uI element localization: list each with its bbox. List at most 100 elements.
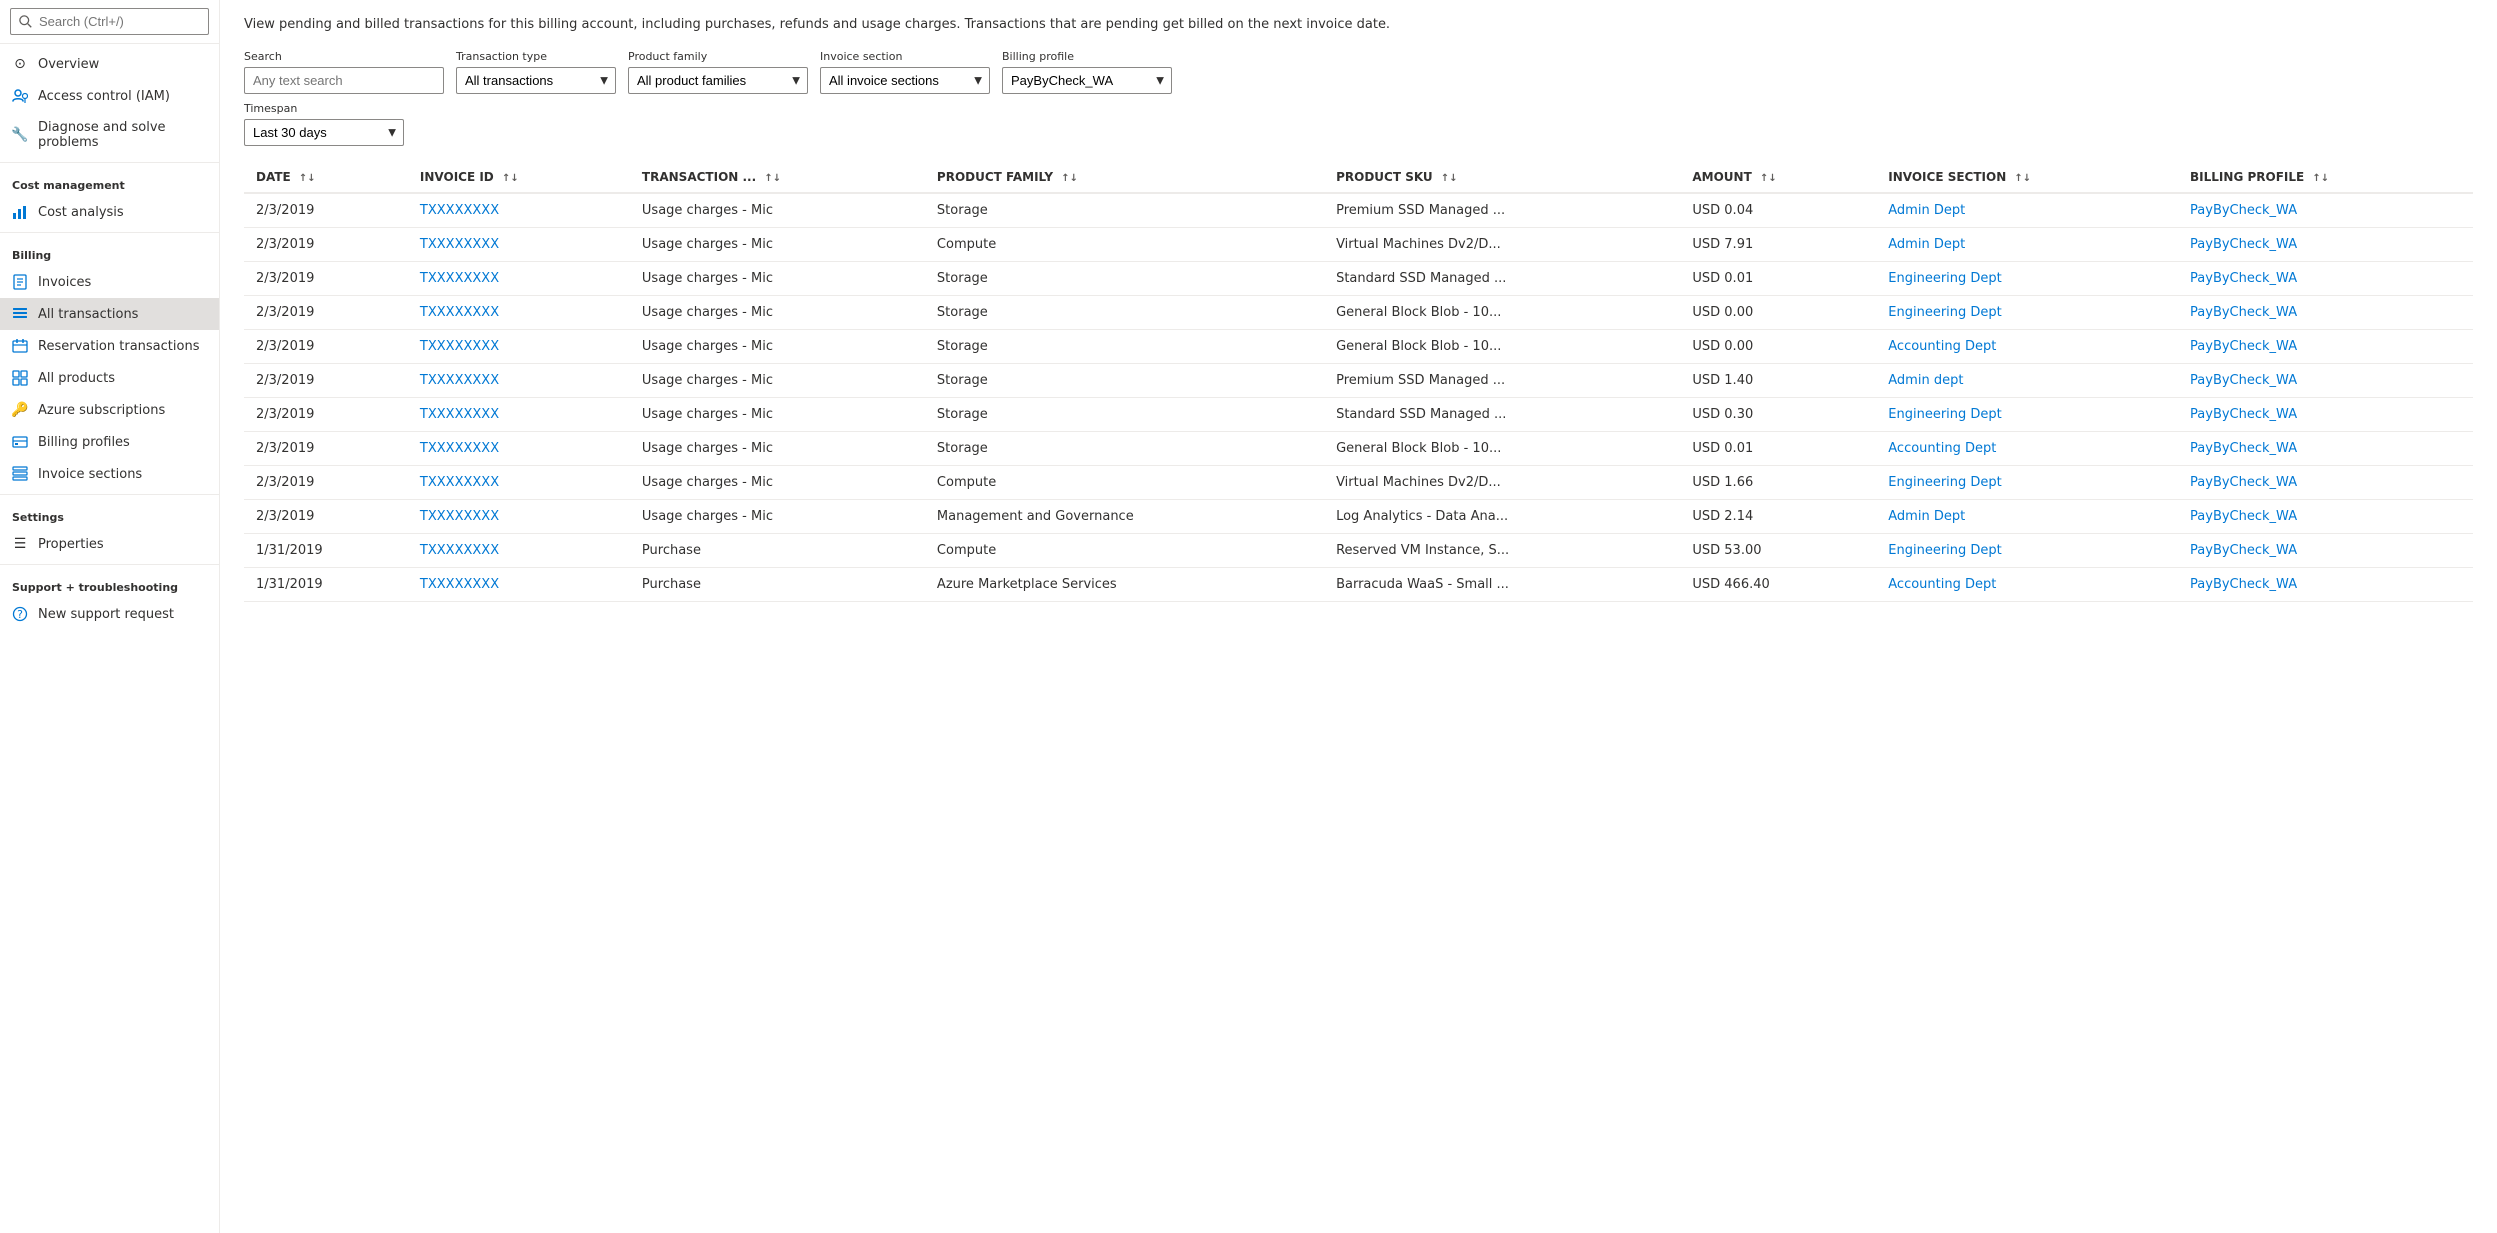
cell-amount: USD 0.30 (1680, 398, 1876, 432)
cell-transaction: Usage charges - Mic (630, 466, 925, 500)
billing-profile-link[interactable]: PayByCheck_WA (2190, 577, 2297, 592)
search-filter-group: Search (244, 50, 444, 94)
billing-profile-link[interactable]: PayByCheck_WA (2190, 339, 2297, 354)
invoice-section-link[interactable]: Engineering Dept (1888, 543, 2002, 558)
col-product-family[interactable]: PRODUCT FAMILY ↑↓ (925, 162, 1324, 193)
cell-invoice-id: TXXXXXXXX (408, 466, 630, 500)
billing-profile-select[interactable]: PayByCheck_WA (1002, 67, 1172, 94)
billing-profile-link[interactable]: PayByCheck_WA (2190, 271, 2297, 286)
invoice-section-link[interactable]: Accounting Dept (1888, 441, 1996, 456)
invoice-id-link[interactable]: TXXXXXXXX (420, 441, 499, 456)
sidebar-item-label: Cost analysis (38, 205, 124, 220)
cell-invoice-id: TXXXXXXXX (408, 534, 630, 568)
section-support: Support + troubleshooting (0, 569, 219, 598)
invoice-id-link[interactable]: TXXXXXXXX (420, 305, 499, 320)
col-billing-profile[interactable]: BILLING PROFILE ↑↓ (2178, 162, 2473, 193)
col-amount[interactable]: AMOUNT ↑↓ (1680, 162, 1876, 193)
billing-profile-link[interactable]: PayByCheck_WA (2190, 543, 2297, 558)
col-date[interactable]: DATE ↑↓ (244, 162, 408, 193)
sidebar-item-iam[interactable]: Access control (IAM) (0, 80, 219, 112)
invoice-section-link[interactable]: Engineering Dept (1888, 271, 2002, 286)
sidebar-item-reservation-transactions[interactable]: Reservation transactions (0, 330, 219, 362)
sidebar-item-overview[interactable]: ⊙ Overview (0, 48, 219, 80)
sidebar-item-label: Reservation transactions (38, 339, 199, 354)
cell-transaction: Usage charges - Mic (630, 432, 925, 466)
billing-profile-wrapper: PayByCheck_WA (1002, 67, 1172, 94)
section-cost-management: Cost management (0, 167, 219, 196)
product-family-sort-icon: ↑↓ (1061, 173, 1078, 184)
cell-invoice-id: TXXXXXXXX (408, 364, 630, 398)
billing-profile-link[interactable]: PayByCheck_WA (2190, 441, 2297, 456)
invoice-id-link[interactable]: TXXXXXXXX (420, 475, 499, 490)
invoice-id-link[interactable]: TXXXXXXXX (420, 237, 499, 252)
billing-profile-link[interactable]: PayByCheck_WA (2190, 305, 2297, 320)
cell-product-family: Storage (925, 398, 1324, 432)
cell-amount: USD 0.04 (1680, 193, 1876, 228)
cell-product-sku: General Block Blob - 10... (1324, 296, 1680, 330)
invoice-id-link[interactable]: TXXXXXXXX (420, 509, 499, 524)
billing-profiles-icon (12, 434, 28, 450)
sidebar-item-label: Invoice sections (38, 467, 142, 482)
col-transaction[interactable]: TRANSACTION ... ↑↓ (630, 162, 925, 193)
billing-profile-link[interactable]: PayByCheck_WA (2190, 203, 2297, 218)
invoice-section-link[interactable]: Engineering Dept (1888, 475, 2002, 490)
invoice-section-link[interactable]: Engineering Dept (1888, 407, 2002, 422)
invoice-section-link[interactable]: Admin Dept (1888, 509, 1965, 524)
sidebar-item-diagnose[interactable]: 🔧 Diagnose and solve problems (0, 112, 219, 158)
timespan-select[interactable]: Last 30 days Last 60 days Last 90 days C… (244, 119, 404, 146)
cell-product-family: Compute (925, 466, 1324, 500)
cell-invoice-section: Admin Dept (1876, 500, 2178, 534)
cell-amount: USD 7.91 (1680, 228, 1876, 262)
sidebar-item-all-products[interactable]: All products (0, 362, 219, 394)
invoice-section-link[interactable]: Admin dept (1888, 373, 1963, 388)
table-row: 2/3/2019 TXXXXXXXX Usage charges - Mic C… (244, 228, 2473, 262)
invoice-section-link[interactable]: Accounting Dept (1888, 577, 1996, 592)
cell-date: 2/3/2019 (244, 262, 408, 296)
billing-profile-link[interactable]: PayByCheck_WA (2190, 373, 2297, 388)
sidebar-item-cost-analysis[interactable]: Cost analysis (0, 196, 219, 228)
billing-profile-sort-icon: ↑↓ (2312, 173, 2329, 184)
invoice-section-label: Invoice section (820, 50, 990, 63)
col-invoice-section[interactable]: INVOICE SECTION ↑↓ (1876, 162, 2178, 193)
invoice-section-link[interactable]: Accounting Dept (1888, 339, 1996, 354)
invoice-section-link[interactable]: Admin Dept (1888, 203, 1965, 218)
invoice-id-link[interactable]: TXXXXXXXX (420, 577, 499, 592)
invoice-id-link[interactable]: TXXXXXXXX (420, 543, 499, 558)
invoice-section-link[interactable]: Admin Dept (1888, 237, 1965, 252)
table-row: 2/3/2019 TXXXXXXXX Usage charges - Mic S… (244, 330, 2473, 364)
invoice-id-link[interactable]: TXXXXXXXX (420, 373, 499, 388)
billing-profile-link[interactable]: PayByCheck_WA (2190, 475, 2297, 490)
sidebar-item-all-transactions[interactable]: All transactions (0, 298, 219, 330)
page-description: View pending and billed transactions for… (244, 16, 2473, 34)
sidebar-search-container (0, 0, 219, 44)
search-input[interactable] (10, 8, 209, 35)
cell-invoice-section: Engineering Dept (1876, 398, 2178, 432)
transaction-type-select[interactable]: All transactions Purchases Refunds Usage… (456, 67, 616, 94)
sidebar-item-new-support[interactable]: ? New support request (0, 598, 219, 630)
invoice-id-link[interactable]: TXXXXXXXX (420, 271, 499, 286)
sidebar-item-invoices[interactable]: Invoices (0, 266, 219, 298)
cell-date: 2/3/2019 (244, 364, 408, 398)
sidebar-item-invoice-sections[interactable]: Invoice sections (0, 458, 219, 490)
table-row: 2/3/2019 TXXXXXXXX Usage charges - Mic S… (244, 432, 2473, 466)
invoice-id-link[interactable]: TXXXXXXXX (420, 203, 499, 218)
billing-profile-link[interactable]: PayByCheck_WA (2190, 237, 2297, 252)
sidebar-item-azure-subscriptions[interactable]: 🔑 Azure subscriptions (0, 394, 219, 426)
search-input[interactable] (244, 67, 444, 94)
billing-profile-link[interactable]: PayByCheck_WA (2190, 407, 2297, 422)
cell-product-sku: Standard SSD Managed ... (1324, 262, 1680, 296)
col-product-sku[interactable]: PRODUCT SKU ↑↓ (1324, 162, 1680, 193)
sidebar-item-properties[interactable]: ☰ Properties (0, 528, 219, 560)
invoice-section-select[interactable]: All invoice sections Admin Dept Engineer… (820, 67, 990, 94)
cell-product-family: Storage (925, 262, 1324, 296)
sidebar-item-billing-profiles[interactable]: Billing profiles (0, 426, 219, 458)
cell-date: 2/3/2019 (244, 500, 408, 534)
col-invoice-id[interactable]: INVOICE ID ↑↓ (408, 162, 630, 193)
product-family-select[interactable]: All product families Compute Storage Net… (628, 67, 808, 94)
billing-profile-link[interactable]: PayByCheck_WA (2190, 509, 2297, 524)
cell-billing-profile: PayByCheck_WA (2178, 568, 2473, 602)
invoice-section-link[interactable]: Engineering Dept (1888, 305, 2002, 320)
invoice-id-link[interactable]: TXXXXXXXX (420, 407, 499, 422)
invoice-id-link[interactable]: TXXXXXXXX (420, 339, 499, 354)
subscriptions-icon: 🔑 (12, 402, 28, 418)
